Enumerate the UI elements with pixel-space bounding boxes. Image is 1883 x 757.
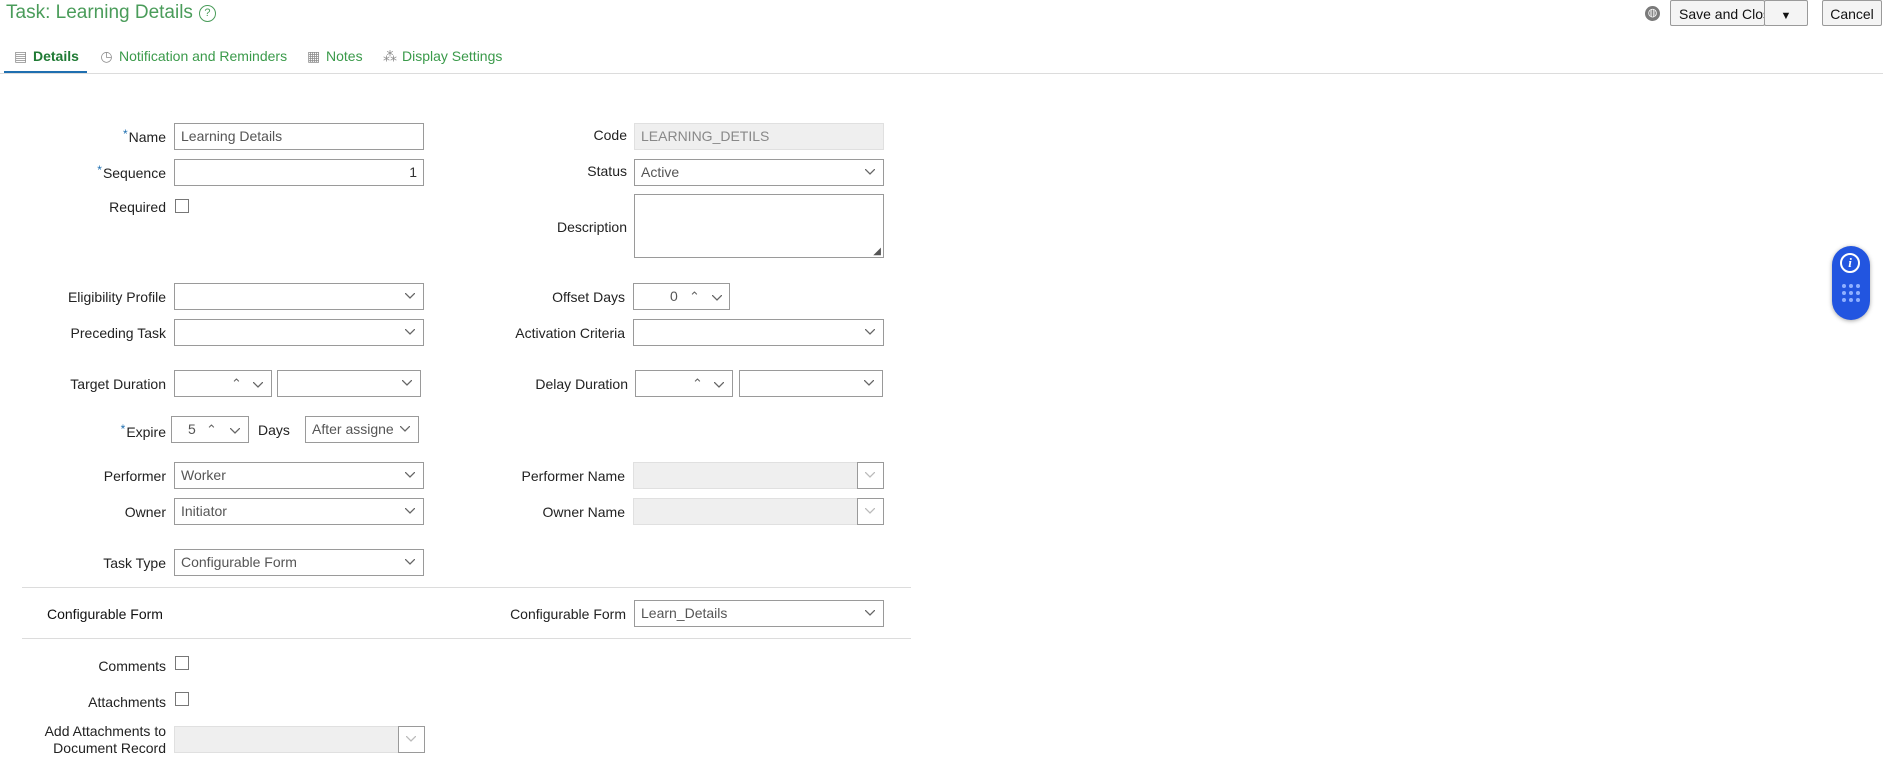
tab-divider: [0, 73, 1883, 74]
decrement-icon[interactable]: [713, 371, 725, 396]
tab-details[interactable]: ▤ Details: [4, 40, 87, 74]
status-select[interactable]: Active: [634, 159, 884, 186]
tab-display-settings[interactable]: ⁂ Display Settings: [383, 40, 502, 74]
chevron-down-icon: [403, 550, 417, 575]
required-label: Required: [109, 199, 166, 215]
clipboard-icon: ▤: [14, 48, 28, 64]
performer-name-dropdown[interactable]: [857, 462, 884, 489]
name-label: *Name: [122, 127, 166, 145]
chevron-down-icon: [400, 371, 414, 396]
chevron-down-icon: [403, 463, 417, 488]
activation-criteria-select[interactable]: [633, 319, 884, 346]
owner-name-dropdown[interactable]: [857, 498, 884, 525]
save-options-dropdown[interactable]: ▼: [1764, 0, 1808, 26]
description-label: Description: [556, 219, 627, 235]
section-divider: [22, 587, 911, 588]
caret-down-icon: ▼: [1780, 10, 1792, 22]
page-title: Task: Learning Details?: [6, 2, 216, 24]
configurable-form-select[interactable]: Learn_Details: [634, 600, 884, 627]
chevron-down-icon: [863, 601, 877, 626]
chevron-down-icon: [863, 320, 877, 345]
add-attachments-dropdown[interactable]: [398, 726, 425, 753]
decrement-icon[interactable]: [252, 371, 264, 396]
apps-grid-icon[interactable]: [1842, 284, 1860, 302]
cancel-button[interactable]: Cancel: [1822, 0, 1882, 26]
add-attachments-label: Add Attachments to Document Record: [44, 723, 166, 756]
decrement-icon[interactable]: [229, 417, 241, 442]
digital-assistant-widget[interactable]: i: [1832, 246, 1870, 320]
chevron-down-icon: [398, 417, 412, 442]
preceding-task-label: Preceding Task: [70, 325, 166, 341]
owner-select[interactable]: Initiator: [174, 498, 424, 525]
preceding-task-select[interactable]: [174, 319, 424, 346]
expire-label: *Expire: [120, 422, 166, 440]
code-label: Code: [593, 127, 627, 143]
eligibility-profile-label: Eligibility Profile: [67, 289, 166, 305]
performer-name-input: [633, 462, 858, 489]
notes-icon: ▦: [307, 48, 321, 64]
help-icon[interactable]: ?: [198, 5, 216, 22]
chevron-down-icon: [404, 727, 418, 752]
delay-duration-stepper[interactable]: ⌃: [635, 370, 733, 397]
performer-label: Performer: [103, 468, 166, 484]
sequence-input[interactable]: 1: [174, 159, 424, 186]
target-duration-unit-select[interactable]: [277, 370, 421, 397]
owner-label: Owner: [124, 504, 166, 520]
task-type-label: Task Type: [103, 555, 166, 571]
activation-criteria-label: Activation Criteria: [515, 325, 625, 341]
expire-stepper[interactable]: 5 ⌃: [171, 416, 249, 443]
timer-icon: ◷: [100, 48, 113, 64]
offset-days-stepper[interactable]: 0 ⌃: [633, 283, 730, 310]
chevron-down-icon: [863, 499, 877, 524]
decrement-icon[interactable]: [711, 284, 723, 309]
delay-duration-label: Delay Duration: [535, 376, 628, 392]
expire-basis-select[interactable]: After assigne: [305, 416, 419, 443]
chevron-down-icon: [403, 320, 417, 345]
expire-days-label: Days: [258, 422, 290, 438]
section-divider: [22, 638, 911, 639]
globe-icon[interactable]: ◍: [1645, 6, 1660, 21]
performer-select[interactable]: Worker: [174, 462, 424, 489]
configurable-form-heading: Configurable Form: [47, 606, 163, 622]
increment-icon[interactable]: ⌃: [692, 371, 703, 396]
info-icon[interactable]: i: [1840, 253, 1860, 273]
save-and-close-button[interactable]: Save and Close: [1670, 0, 1778, 26]
target-duration-label: Target Duration: [70, 376, 166, 392]
comments-label: Comments: [98, 658, 166, 674]
increment-icon[interactable]: ⌃: [206, 417, 217, 442]
attachments-checkbox[interactable]: [175, 692, 189, 706]
attachments-label: Attachments: [88, 694, 166, 710]
resize-handle-icon[interactable]: ◢: [873, 247, 881, 257]
performer-name-label: Performer Name: [521, 468, 625, 484]
increment-icon[interactable]: ⌃: [231, 371, 242, 396]
code-input: LEARNING_DETILS: [634, 123, 884, 150]
tab-notes[interactable]: ▦ Notes: [307, 40, 363, 74]
description-textarea[interactable]: ◢: [634, 194, 884, 258]
add-attachments-input: [174, 726, 399, 753]
tab-notification-and-reminders[interactable]: ◷ Notification and Reminders: [100, 40, 287, 74]
chevron-down-icon: [862, 371, 876, 396]
chevron-down-icon: [863, 463, 877, 488]
increment-icon[interactable]: ⌃: [689, 284, 700, 309]
name-input[interactable]: Learning Details: [174, 123, 424, 150]
delay-duration-unit-select[interactable]: [739, 370, 883, 397]
task-type-select[interactable]: Configurable Form: [174, 549, 424, 576]
offset-days-label: Offset Days: [552, 289, 625, 305]
status-label: Status: [587, 163, 627, 179]
chevron-down-icon: [403, 284, 417, 309]
configurable-form-label: Configurable Form: [510, 606, 626, 622]
chevron-down-icon: [863, 160, 877, 185]
target-duration-stepper[interactable]: ⌃: [174, 370, 272, 397]
chevron-down-icon: [403, 499, 417, 524]
eligibility-profile-select[interactable]: [174, 283, 424, 310]
settings-dots-icon: ⁂: [383, 48, 397, 64]
owner-name-input: [633, 498, 858, 525]
comments-checkbox[interactable]: [175, 656, 189, 670]
sequence-label: *Sequence: [97, 163, 166, 181]
required-checkbox[interactable]: [175, 199, 189, 213]
owner-name-label: Owner Name: [542, 504, 625, 520]
